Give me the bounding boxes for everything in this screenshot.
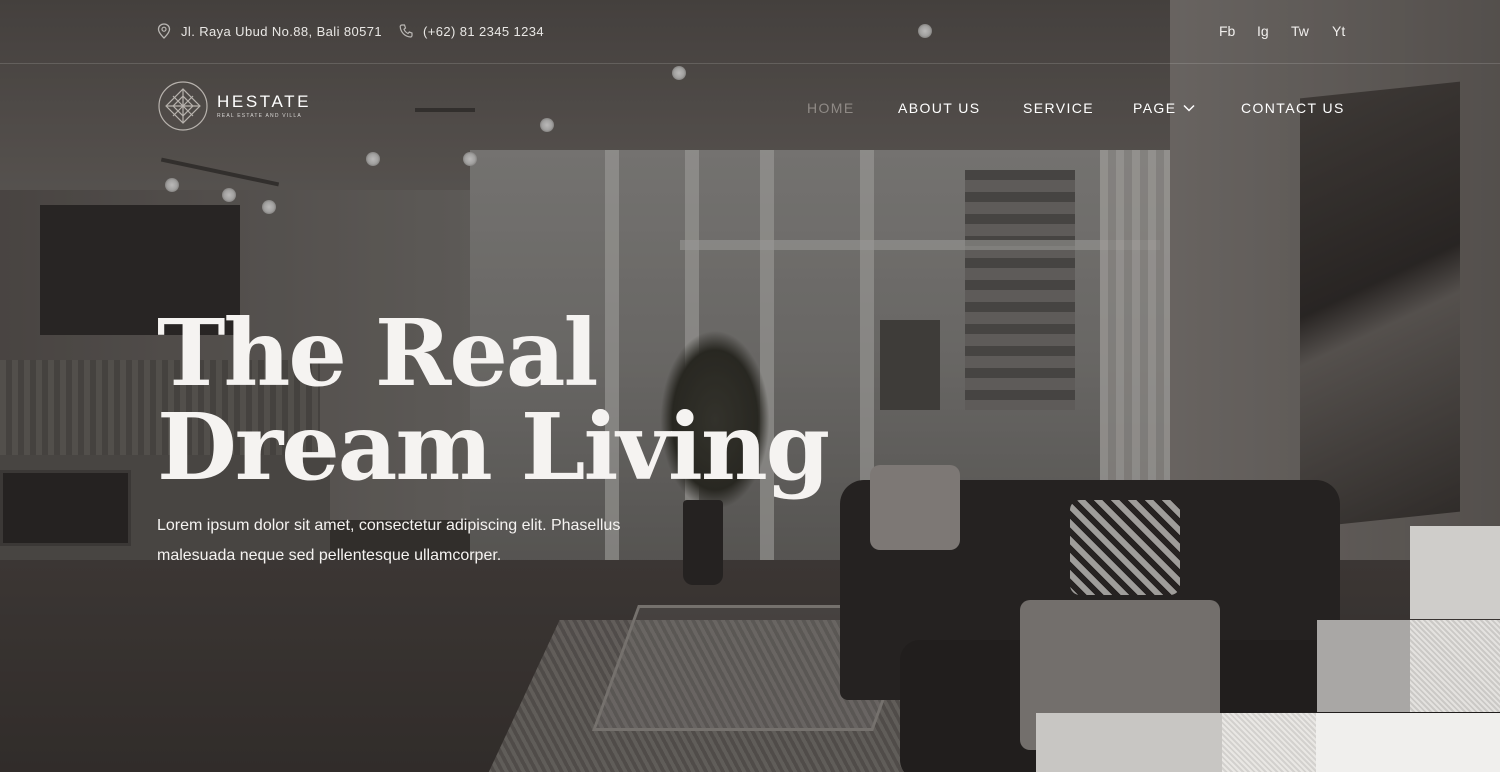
hero-title-line-1: The Real <box>157 299 598 407</box>
chevron-down-icon <box>1183 104 1195 112</box>
hero-subtitle-line-1: Lorem ipsum dolor sit amet, consectetur … <box>157 517 621 534</box>
phone-icon <box>399 24 413 38</box>
social-link-facebook[interactable]: Fb <box>1219 23 1235 39</box>
phone-text: (+62) 81 2345 1234 <box>423 23 545 39</box>
hero-subtitle: Lorem ipsum dolor sit amet, consectetur … <box>157 511 717 571</box>
brand-tagline: REAL ESTATE AND VILLA <box>217 113 302 119</box>
nav-item-home[interactable]: HOME <box>807 100 855 116</box>
decorative-tile <box>1410 620 1500 712</box>
decorative-tile <box>1316 713 1500 772</box>
hero-subtitle-line-2: malesuada neque sed pellentesque ullamco… <box>157 547 502 564</box>
address-info: Jl. Raya Ubud No.88, Bali 80571 <box>157 23 382 39</box>
social-link-twitter[interactable]: Tw <box>1291 23 1309 39</box>
nav-item-service[interactable]: SERVICE <box>1023 100 1094 116</box>
decorative-tile <box>1036 713 1222 772</box>
social-link-instagram[interactable]: Ig <box>1257 23 1269 39</box>
nav-item-about-us[interactable]: ABOUT US <box>898 100 981 116</box>
logo-emblem-icon <box>158 81 208 131</box>
map-pin-icon <box>157 23 171 39</box>
brand-name: HESTATE <box>217 92 312 111</box>
decorative-tile <box>1410 526 1500 619</box>
nav-item-page-label: PAGE <box>1133 100 1177 116</box>
hero-title-line-2: Dream Living <box>157 393 830 501</box>
top-info-bar: Jl. Raya Ubud No.88, Bali 80571 (+62) 81… <box>0 0 1500 64</box>
nav-item-contact-us[interactable]: CONTACT US <box>1241 100 1345 116</box>
decorative-tile <box>1222 713 1316 772</box>
social-link-youtube[interactable]: Yt <box>1332 23 1345 39</box>
phone-info: (+62) 81 2345 1234 <box>399 23 544 39</box>
site-logo[interactable]: HESTATE REAL ESTATE AND VILLA <box>157 80 311 132</box>
decorative-tile <box>1317 620 1410 712</box>
nav-item-page[interactable]: PAGE <box>1133 100 1195 116</box>
address-text: Jl. Raya Ubud No.88, Bali 80571 <box>181 23 383 39</box>
hero-title: The Real Dream Living <box>157 299 830 501</box>
